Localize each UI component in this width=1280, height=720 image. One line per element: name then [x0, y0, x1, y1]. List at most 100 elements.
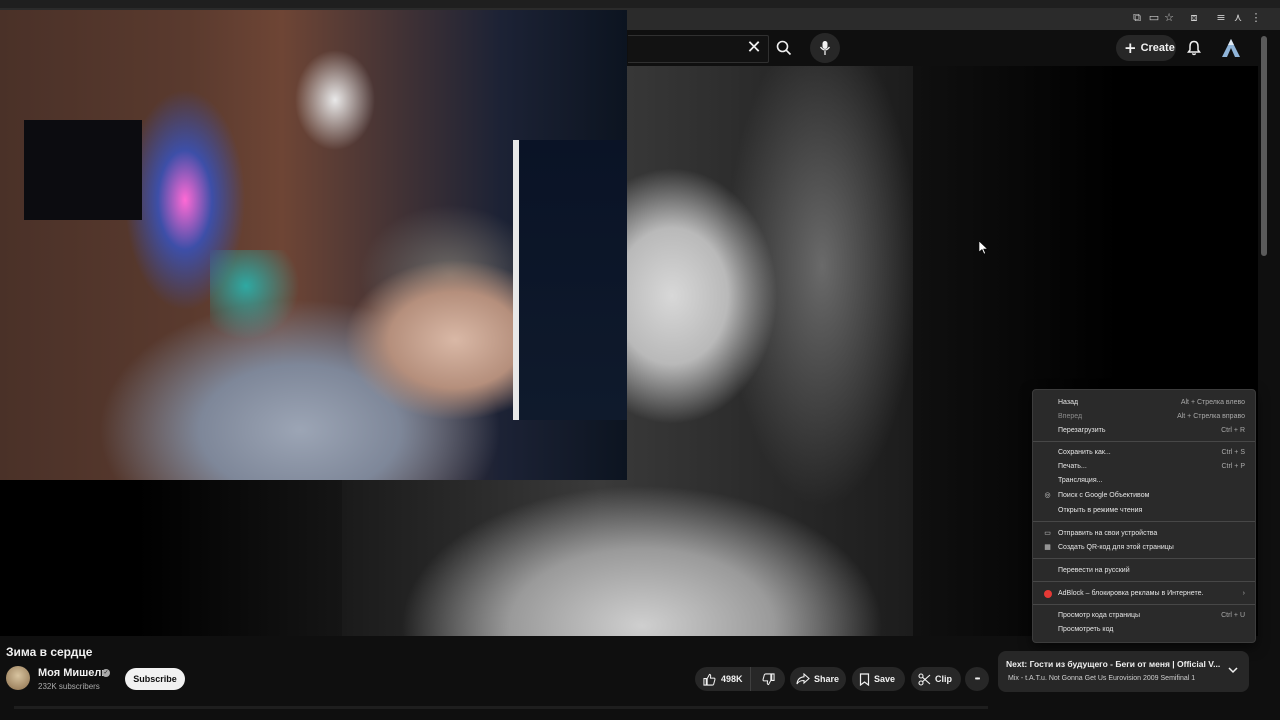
bottom-scroll-track: [14, 706, 988, 709]
scissors-icon: [918, 672, 931, 686]
menu-item-label: Просмотр кода страницы: [1058, 612, 1141, 619]
webcam-tv-screen: [24, 120, 142, 220]
more-icon: •••: [974, 675, 980, 683]
create-button[interactable]: + Create: [1116, 35, 1176, 61]
clear-search-icon[interactable]: ✕: [744, 38, 764, 58]
channel-avatar[interactable]: [6, 666, 30, 690]
menu-item-adblock[interactable]: AdBlock – блокировка рекламы в Интернете…: [1033, 587, 1255, 601]
menu-item-forward[interactable]: Вперед Alt + Стрелка вправо: [1033, 410, 1255, 424]
menu-item-label: Открыть в режиме чтения: [1058, 507, 1143, 514]
notifications-button[interactable]: [1183, 37, 1205, 59]
menu-item-back[interactable]: Назад Alt + Стрелка влево: [1033, 396, 1255, 410]
translate-icon[interactable]: ≡: [1214, 11, 1228, 25]
dislike-button[interactable]: [751, 667, 785, 691]
more-actions-button[interactable]: •••: [965, 667, 989, 691]
context-menu: Назад Alt + Стрелка влево Вперед Alt + С…: [1032, 389, 1256, 643]
submenu-chevron-icon: ›: [1242, 590, 1245, 597]
open-in-new-icon[interactable]: ⧉: [1130, 11, 1144, 25]
like-dislike-group: 498K: [695, 667, 785, 691]
menu-item-cast[interactable]: Трансляция...: [1033, 474, 1255, 488]
page-scrollbar[interactable]: [1261, 36, 1267, 256]
search-icon: [776, 40, 792, 56]
cursor-arrow-icon: [979, 241, 989, 255]
menu-divider: [1033, 604, 1255, 605]
menu-item-label: Печать...: [1058, 463, 1087, 470]
thumbs-down-icon: [762, 672, 775, 685]
menu-item-shortcut: Alt + Стрелка влево: [1180, 399, 1245, 406]
share-label: Share: [814, 674, 840, 684]
next-video-card[interactable]: Next: Гости из будущего - Беги от меня |…: [998, 651, 1249, 692]
subscribe-button[interactable]: Subscribe: [125, 668, 185, 690]
menu-item-label: Создать QR-код для этой страницы: [1058, 544, 1174, 551]
menu-divider: [1033, 441, 1255, 442]
qr-code-icon: ▦: [1044, 544, 1051, 551]
webcam-overlay: [0, 10, 627, 480]
menu-item-label: Трансляция...: [1058, 477, 1103, 484]
menu-item-label: Сохранить как...: [1058, 449, 1111, 456]
menu-item-inspect[interactable]: Просмотреть код: [1033, 623, 1255, 637]
menu-item-shortcut: Ctrl + S: [1221, 449, 1245, 456]
share-button[interactable]: Share: [790, 667, 846, 691]
thumbs-up-icon: [703, 673, 716, 686]
menu-divider: [1033, 581, 1255, 582]
next-video-title: Next: Гости из будущего - Беги от меня |…: [1006, 659, 1228, 669]
lens-icon: ◎: [1044, 492, 1051, 499]
menu-item-shortcut: Ctrl + P: [1221, 463, 1245, 470]
cast-icon[interactable]: ▭: [1147, 11, 1161, 25]
like-count: 498K: [721, 674, 743, 684]
menu-item-reading-mode[interactable]: Открыть в режиме чтения: [1033, 504, 1255, 518]
star-icon[interactable]: ☆: [1162, 11, 1176, 25]
menu-item-label: Вперед: [1058, 413, 1083, 420]
menu-item-shortcut: Ctrl + R: [1221, 427, 1245, 434]
microphone-icon: [819, 41, 831, 55]
verified-icon: ✓: [102, 669, 110, 677]
create-label: Create: [1140, 42, 1175, 54]
menu-item-label: Назад: [1058, 399, 1079, 406]
menu-item-label: AdBlock – блокировка рекламы в Интернете…: [1058, 590, 1204, 597]
save-label: Save: [874, 674, 896, 684]
menu-item-translate[interactable]: Перевести на русский: [1033, 564, 1255, 578]
menu-divider: [1033, 558, 1255, 559]
menu-item-send-to-devices[interactable]: ▭ Отправить на свои устройства: [1033, 527, 1255, 541]
adblock-icon: [1044, 590, 1052, 598]
menu-item-save-as[interactable]: Сохранить как... Ctrl + S: [1033, 446, 1255, 460]
bookmark-icon: [859, 672, 870, 686]
menu-item-google-lens[interactable]: ◎ Поиск с Google Объективом: [1033, 489, 1255, 503]
clip-button[interactable]: Clip: [911, 667, 961, 691]
search-button[interactable]: [766, 35, 802, 61]
bell-icon: [1187, 40, 1201, 56]
subscriber-count: 232K subscribers: [38, 682, 100, 691]
menu-item-qr-code[interactable]: ▦ Создать QR-код для этой страницы: [1033, 541, 1255, 555]
voice-search-button[interactable]: [810, 33, 840, 63]
save-button[interactable]: Save: [852, 667, 905, 691]
menu-item-shortcut: Ctrl + U: [1221, 612, 1245, 619]
next-video-subtitle: Mix - t.A.T.u. Not Gonna Get Us Eurovisi…: [1008, 675, 1196, 682]
menu-item-view-source[interactable]: Просмотр кода страницы Ctrl + U: [1033, 609, 1255, 623]
account-avatar-icon: [1222, 39, 1240, 57]
video-letterbox-left: [0, 480, 342, 636]
devices-icon: ▭: [1044, 530, 1051, 537]
menu-item-print[interactable]: Печать... Ctrl + P: [1033, 460, 1255, 474]
account-avatar[interactable]: [1218, 35, 1244, 61]
next-title: Гости из будущего - Беги от меня | Offic…: [1029, 659, 1221, 669]
webcam-cyan-light: [210, 250, 300, 340]
menu-item-label: Отправить на свои устройства: [1058, 530, 1158, 537]
next-prefix: Next:: [1006, 659, 1028, 669]
menu-item-label: Просмотреть код: [1058, 626, 1114, 633]
webcam-window-view: [513, 140, 627, 420]
extensions-icon[interactable]: ⧈: [1187, 11, 1201, 25]
menu-divider: [1033, 521, 1255, 522]
menu-item-label: Поиск с Google Объективом: [1058, 492, 1150, 499]
menu-item-label: Перезагрузить: [1058, 427, 1106, 434]
browser-menu-icon[interactable]: ⋮: [1249, 11, 1263, 25]
profile-icon[interactable]: ⋏: [1231, 11, 1245, 25]
menu-item-reload[interactable]: Перезагрузить Ctrl + R: [1033, 424, 1255, 438]
chevron-down-icon[interactable]: [1226, 663, 1240, 677]
like-button[interactable]: 498K: [695, 667, 751, 691]
video-title: Зима в сердце: [6, 645, 93, 659]
channel-name[interactable]: Моя Мишель: [38, 667, 108, 679]
clip-label: Clip: [935, 674, 952, 684]
menu-item-label: Перевести на русский: [1058, 567, 1130, 574]
bottom-strip: [0, 700, 1280, 720]
plus-icon: +: [1124, 38, 1137, 57]
